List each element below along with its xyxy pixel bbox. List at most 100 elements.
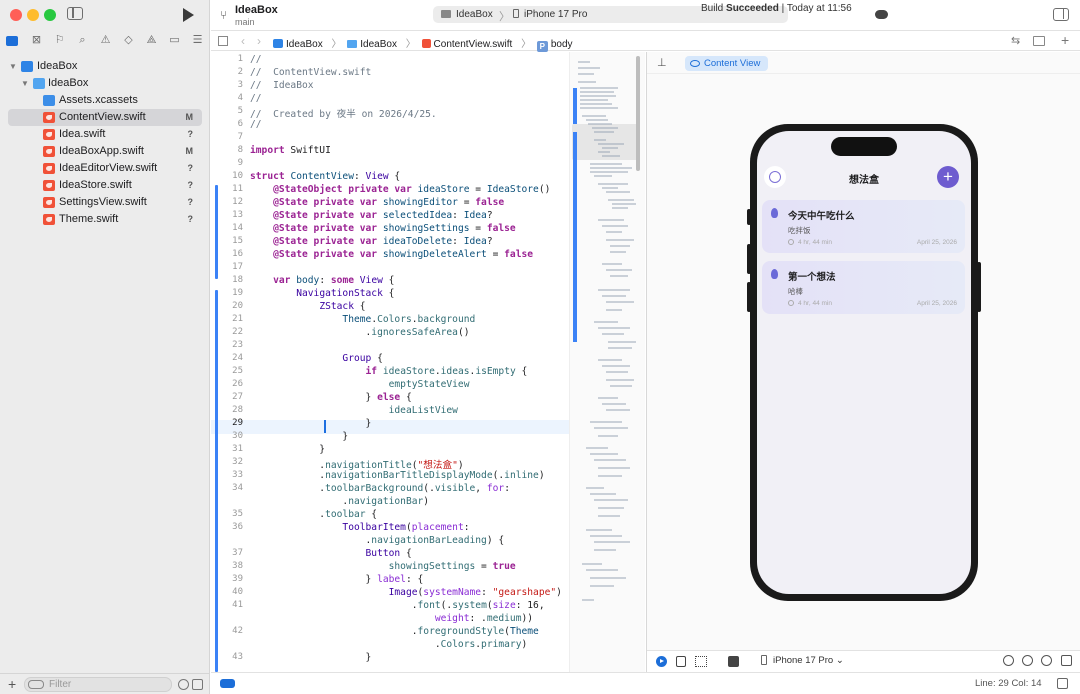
chevron-down-icon[interactable]: ▼: [9, 58, 17, 75]
line-number[interactable]: 35: [211, 509, 243, 519]
line-number[interactable]: 5: [211, 106, 243, 116]
line-number[interactable]: 43: [211, 652, 243, 662]
tree-item-group[interactable]: ▼ IdeaBox: [0, 75, 210, 92]
add-file-button[interactable]: +: [8, 676, 16, 692]
scheme-selector[interactable]: IdeaBox: [441, 9, 493, 20]
tree-item-file[interactable]: Theme.swift ?: [0, 211, 210, 228]
zoom-fit-icon[interactable]: [1061, 655, 1072, 666]
line-number[interactable]: 4: [211, 93, 243, 103]
live-preview-button[interactable]: [656, 656, 667, 667]
line-number[interactable]: 21: [211, 314, 243, 324]
line-number[interactable]: 13: [211, 210, 243, 220]
line-number[interactable]: 30: [211, 431, 243, 441]
zoom-out-icon[interactable]: [1003, 655, 1014, 666]
line-number[interactable]: 31: [211, 444, 243, 454]
debug-nav-icon[interactable]: ⟁: [145, 34, 158, 47]
filter-options-icon[interactable]: [28, 680, 44, 689]
breadcrumb-file[interactable]: ContentView.swift: [421, 39, 516, 50]
tree-item-file[interactable]: Assets.xcassets: [0, 92, 210, 109]
line-number[interactable]: 24: [211, 353, 243, 363]
zoom-in-icon[interactable]: [1022, 655, 1033, 666]
line-number[interactable]: 20: [211, 301, 243, 311]
cloud-icon[interactable]: [875, 10, 888, 19]
line-number[interactable]: 33: [211, 470, 243, 480]
tree-item-file[interactable]: IdeaEditorView.swift ?: [0, 160, 210, 177]
line-number[interactable]: 2: [211, 67, 243, 77]
pin-icon[interactable]: ⊥: [657, 56, 667, 69]
line-number[interactable]: 1: [211, 54, 243, 64]
zoom-actual-icon[interactable]: [1041, 655, 1052, 666]
run-button[interactable]: [183, 8, 194, 22]
refresh-icon[interactable]: ⇆: [1011, 34, 1020, 47]
line-number[interactable]: 18: [211, 275, 243, 285]
add-editor-icon[interactable]: +: [1061, 32, 1069, 48]
debug-area-icon[interactable]: [1057, 678, 1068, 689]
breakpoint-nav-icon[interactable]: ▭: [168, 34, 181, 47]
line-number[interactable]: 41: [211, 600, 243, 610]
filter-field[interactable]: Filter: [24, 677, 172, 692]
tree-item-project[interactable]: ▼ IdeaBox: [0, 58, 210, 75]
line-number[interactable]: 38: [211, 561, 243, 571]
minimize-window-button[interactable]: [27, 9, 39, 21]
device-settings-icon[interactable]: [728, 656, 739, 667]
line-number[interactable]: 7: [211, 132, 243, 142]
line-number[interactable]: 37: [211, 548, 243, 558]
tree-item-file[interactable]: SettingsView.swift ?: [0, 194, 210, 211]
line-number[interactable]: 29: [211, 418, 243, 428]
recent-files-icon[interactable]: [178, 679, 189, 690]
line-number[interactable]: 9: [211, 158, 243, 168]
forward-button[interactable]: ›: [257, 34, 261, 48]
line-number[interactable]: 39: [211, 574, 243, 584]
line-number[interactable]: 27: [211, 392, 243, 402]
selectable-mode-icon[interactable]: [676, 656, 686, 667]
line-number[interactable]: 40: [211, 587, 243, 597]
tree-item-file-selected[interactable]: ContentView.swift M: [8, 109, 202, 126]
line-number[interactable]: 14: [211, 223, 243, 233]
breadcrumb-group[interactable]: IdeaBox: [347, 39, 400, 50]
line-number[interactable]: 6: [211, 119, 243, 129]
zoom-window-button[interactable]: [44, 9, 56, 21]
tree-item-file[interactable]: IdeaStore.swift ?: [0, 177, 210, 194]
line-number[interactable]: 23: [211, 340, 243, 350]
sidebar-toggle-icon[interactable]: [67, 7, 83, 20]
issue-nav-icon[interactable]: ⚠: [99, 34, 112, 47]
source-control-nav-icon[interactable]: ⊠: [30, 34, 43, 47]
line-number[interactable]: 26: [211, 379, 243, 389]
breadcrumb-project[interactable]: IdeaBox: [273, 39, 326, 50]
related-items-icon[interactable]: [218, 36, 228, 46]
test-nav-icon[interactable]: ◇: [122, 34, 135, 47]
chevron-down-icon[interactable]: ▼: [21, 75, 29, 92]
line-number[interactable]: 34: [211, 483, 243, 493]
line-number[interactable]: 8: [211, 145, 243, 155]
back-button[interactable]: ‹: [241, 34, 245, 48]
add-idea-button[interactable]: +: [937, 166, 959, 188]
vertical-scrollbar[interactable]: [636, 56, 640, 171]
debug-area-toggle[interactable]: [220, 679, 235, 688]
line-number[interactable]: 28: [211, 405, 243, 415]
preview-device-selector[interactable]: iPhone 17 Pro ⌄: [761, 655, 844, 666]
minimap[interactable]: [569, 52, 645, 672]
content-view-preview-tab[interactable]: Content View: [685, 56, 769, 71]
branch-name[interactable]: main: [235, 17, 255, 27]
line-number[interactable]: 22: [211, 327, 243, 337]
breadcrumb-symbol[interactable]: Pbody: [536, 39, 576, 52]
source-control-filter-icon[interactable]: [192, 679, 203, 690]
bookmark-nav-icon[interactable]: ⚐: [53, 34, 66, 47]
idea-card[interactable]: 今天中午吃什么 吃拌饭 4 hr, 44 min April 25, 2026: [762, 200, 965, 253]
source-editor[interactable]: 1 2 3 4 5 6 7 8 9 10 11 12 13 14 15 16 17 18 19 20 21 22 23 24 2…: [211, 52, 569, 672]
line-number[interactable]: 32: [211, 457, 243, 467]
line-number[interactable]: 19: [211, 288, 243, 298]
inspector-toggle-icon[interactable]: [1053, 8, 1069, 21]
line-number[interactable]: 25: [211, 366, 243, 376]
find-nav-icon[interactable]: ⌕: [76, 34, 89, 47]
line-number[interactable]: 17: [211, 262, 243, 272]
tree-item-file[interactable]: IdeaBoxApp.swift M: [0, 143, 210, 160]
editor-options-icon[interactable]: [1033, 36, 1045, 46]
line-number[interactable]: 11: [211, 184, 243, 194]
folder-nav-icon[interactable]: [6, 36, 18, 46]
report-nav-icon[interactable]: ☰: [191, 34, 204, 47]
line-number[interactable]: 36: [211, 522, 243, 532]
variants-icon[interactable]: [695, 656, 707, 667]
line-number[interactable]: 42: [211, 626, 243, 636]
destination-selector[interactable]: iPhone 17 Pro: [513, 9, 587, 20]
